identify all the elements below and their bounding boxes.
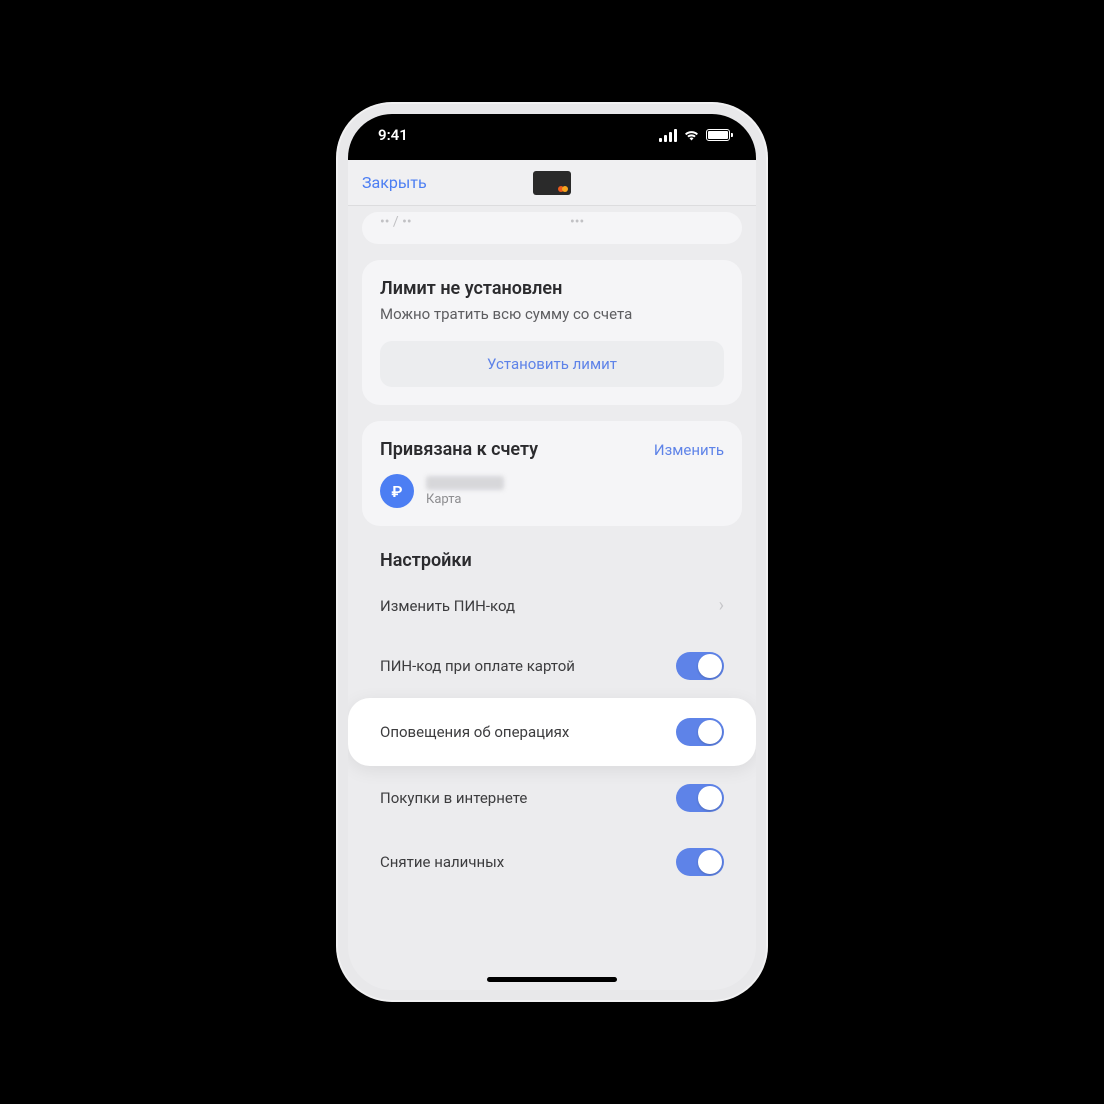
notifications-toggle[interactable]: [676, 718, 724, 746]
content: •• / •• ••• Лимит не установлен Можно тр…: [348, 206, 756, 990]
cash-withdrawal-row: Снятие наличных: [380, 830, 724, 894]
ruble-icon: ₽: [380, 474, 414, 508]
cvv-masked: •••: [550, 214, 724, 230]
card-details-partial: •• / •• •••: [362, 212, 742, 244]
screen: 9:41 Закрыть •• / •• •••: [348, 114, 756, 990]
online-toggle[interactable]: [676, 784, 724, 812]
account-row[interactable]: ₽ Карта: [380, 474, 724, 508]
home-indicator[interactable]: [487, 977, 617, 982]
notifications-row: Оповещения об операциях: [348, 698, 756, 766]
mastercard-icon: [558, 186, 568, 192]
limit-title: Лимит не установлен: [380, 278, 724, 299]
status-icons: [659, 129, 730, 142]
account-amount-blurred: [426, 476, 504, 490]
close-button[interactable]: Закрыть: [362, 173, 427, 192]
set-limit-button[interactable]: Установить лимит: [380, 341, 724, 387]
chevron-right-icon: ›: [719, 595, 724, 616]
change-account-link[interactable]: Изменить: [654, 441, 724, 459]
limit-subtitle: Можно тратить всю сумму со счета: [380, 305, 724, 323]
cash-toggle[interactable]: [676, 848, 724, 876]
cash-label: Снятие наличных: [380, 853, 504, 871]
expiry-masked: •• / ••: [380, 214, 534, 230]
change-pin-row[interactable]: Изменить ПИН-код ›: [380, 577, 724, 634]
wifi-icon: [683, 129, 700, 141]
status-bar: 9:41: [348, 114, 756, 160]
online-label: Покупки в интернете: [380, 789, 527, 807]
phone-frame: 9:41 Закрыть •• / •• •••: [336, 102, 768, 1002]
linked-title: Привязана к счету: [380, 439, 538, 460]
pin-on-pay-toggle[interactable]: [676, 652, 724, 680]
status-time: 9:41: [378, 126, 408, 144]
nav-bar: Закрыть: [348, 160, 756, 206]
settings-section: Настройки Изменить ПИН-код › ПИН-код при…: [362, 550, 742, 894]
pin-on-pay-row: ПИН-код при оплате картой: [380, 634, 724, 698]
pin-on-pay-label: ПИН-код при оплате картой: [380, 657, 575, 675]
limit-card: Лимит не установлен Можно тратить всю су…: [362, 260, 742, 405]
linked-account-card: Привязана к счету Изменить ₽ Карта: [362, 421, 742, 526]
account-label: Карта: [426, 492, 504, 507]
change-pin-label: Изменить ПИН-код: [380, 597, 515, 615]
battery-icon: [706, 129, 730, 141]
online-purchases-row: Покупки в интернете: [380, 766, 724, 830]
settings-title: Настройки: [380, 550, 724, 571]
signal-icon: [659, 129, 677, 142]
notifications-label: Оповещения об операциях: [380, 723, 569, 741]
card-thumbnail: [533, 171, 571, 195]
